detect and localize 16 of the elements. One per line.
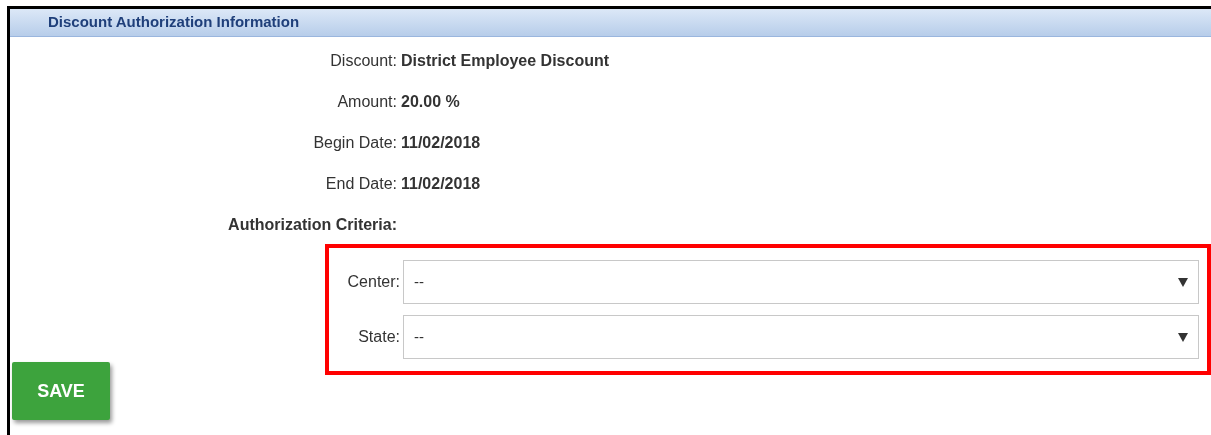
field-label: Discount:	[330, 50, 397, 71]
dropdown-field[interactable]: --	[403, 260, 1199, 304]
field-label: Center:	[347, 272, 400, 292]
field-label: State:	[358, 327, 400, 347]
field-label: Amount:	[337, 91, 397, 112]
field-value: 20.00 %	[401, 91, 460, 112]
caret-icon	[1178, 277, 1188, 287]
field-label: End Date:	[325, 173, 397, 194]
section-title: Discount Authorization Information	[48, 12, 300, 33]
field-value: 11/02/2018	[401, 173, 481, 194]
caret-icon	[1178, 332, 1188, 342]
field-value: 11/02/2018	[401, 132, 481, 153]
dropdown-field[interactable]: --	[403, 315, 1199, 359]
criteria-heading: Authorization Criteria:	[228, 214, 397, 235]
field-label: Begin Date:	[313, 132, 397, 153]
field-value: District Employee Discount	[401, 50, 610, 71]
